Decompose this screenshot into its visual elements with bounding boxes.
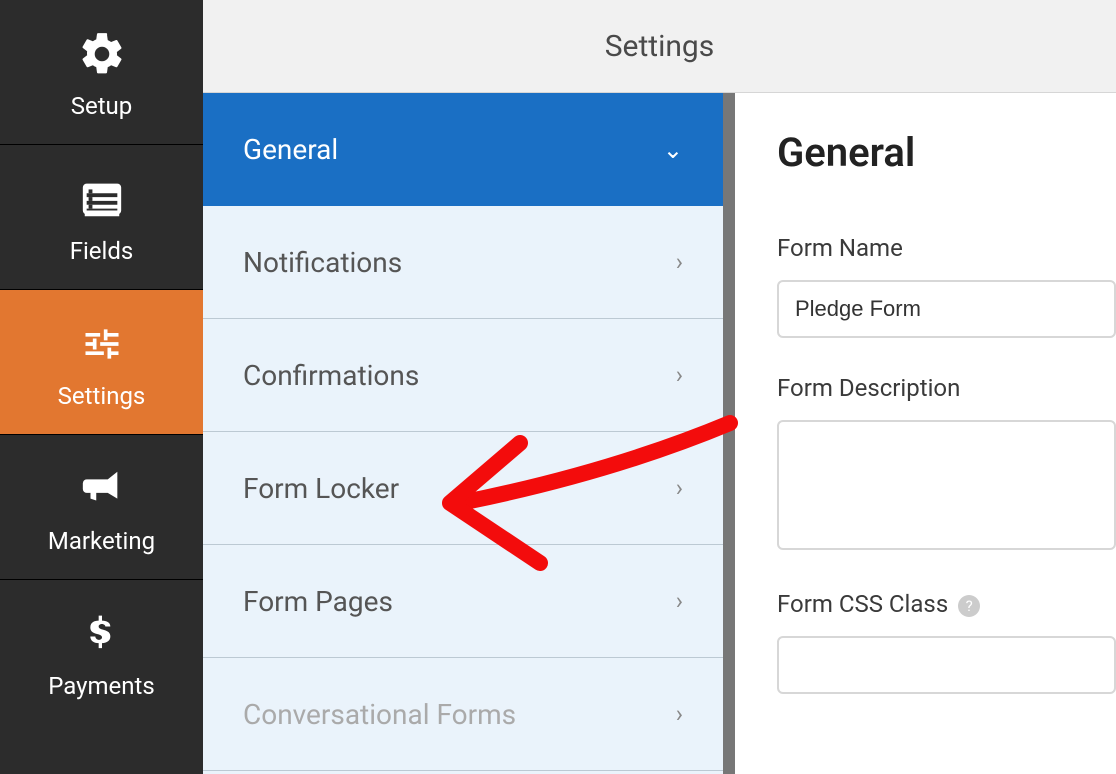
sidebar-item-label: Fields bbox=[70, 237, 134, 265]
list-icon bbox=[72, 175, 132, 223]
panel-item-label: Form Locker bbox=[243, 472, 399, 505]
form-css-label: Form CSS Class? bbox=[777, 590, 1116, 618]
form-description-input[interactable] bbox=[777, 420, 1116, 550]
chevron-right-icon: › bbox=[676, 474, 683, 502]
form-css-input[interactable] bbox=[777, 636, 1116, 694]
help-icon[interactable]: ? bbox=[958, 595, 980, 617]
form-name-label: Form Name bbox=[777, 234, 1116, 262]
panel-item-confirmations[interactable]: Confirmations › bbox=[203, 319, 723, 432]
settings-main: General Form Name Form Description Form … bbox=[735, 93, 1116, 774]
panel-item-label: General bbox=[243, 133, 338, 166]
sidebar-item-setup[interactable]: Setup bbox=[0, 0, 203, 144]
sliders-icon bbox=[72, 320, 132, 368]
sidebar-item-fields[interactable]: Fields bbox=[0, 144, 203, 289]
chevron-right-icon: › bbox=[676, 700, 683, 728]
dollar-icon bbox=[72, 610, 132, 658]
sidebar-item-label: Setup bbox=[71, 92, 133, 120]
sidebar-item-payments[interactable]: Payments bbox=[0, 579, 203, 724]
sidebar-item-label: Marketing bbox=[48, 527, 155, 555]
panel-item-form-locker[interactable]: Form Locker › bbox=[203, 432, 723, 545]
chevron-right-icon: › bbox=[676, 587, 683, 615]
sidebar-item-label: Payments bbox=[48, 672, 155, 700]
left-sidebar: Setup Fields Settings Marketing Payments bbox=[0, 0, 203, 774]
panel-item-conversational-forms[interactable]: Conversational Forms › bbox=[203, 658, 723, 771]
sidebar-item-marketing[interactable]: Marketing bbox=[0, 434, 203, 579]
page-title: Settings bbox=[605, 29, 715, 64]
form-heading: General bbox=[777, 129, 1116, 176]
chevron-down-icon: ⌄ bbox=[663, 136, 683, 164]
panel-item-label: Form Pages bbox=[243, 585, 393, 618]
sidebar-item-settings[interactable]: Settings bbox=[0, 289, 203, 434]
chevron-right-icon: › bbox=[676, 361, 683, 389]
gear-icon bbox=[72, 30, 132, 78]
form-name-input[interactable] bbox=[777, 280, 1116, 338]
panel-item-label: Notifications bbox=[243, 246, 402, 279]
panel-item-label: Conversational Forms bbox=[243, 698, 516, 731]
sidebar-item-label: Settings bbox=[58, 382, 146, 410]
page-header: Settings bbox=[203, 0, 1116, 93]
panel-item-general[interactable]: General ⌄ bbox=[203, 93, 723, 206]
form-description-label: Form Description bbox=[777, 374, 1116, 402]
chevron-right-icon: › bbox=[676, 248, 683, 276]
panel-item-label: Confirmations bbox=[243, 359, 419, 392]
bullhorn-icon bbox=[72, 465, 132, 513]
panel-item-form-pages[interactable]: Form Pages › bbox=[203, 545, 723, 658]
panel-item-notifications[interactable]: Notifications › bbox=[203, 206, 723, 319]
settings-panel-list: General ⌄ Notifications › Confirmations … bbox=[203, 93, 735, 774]
